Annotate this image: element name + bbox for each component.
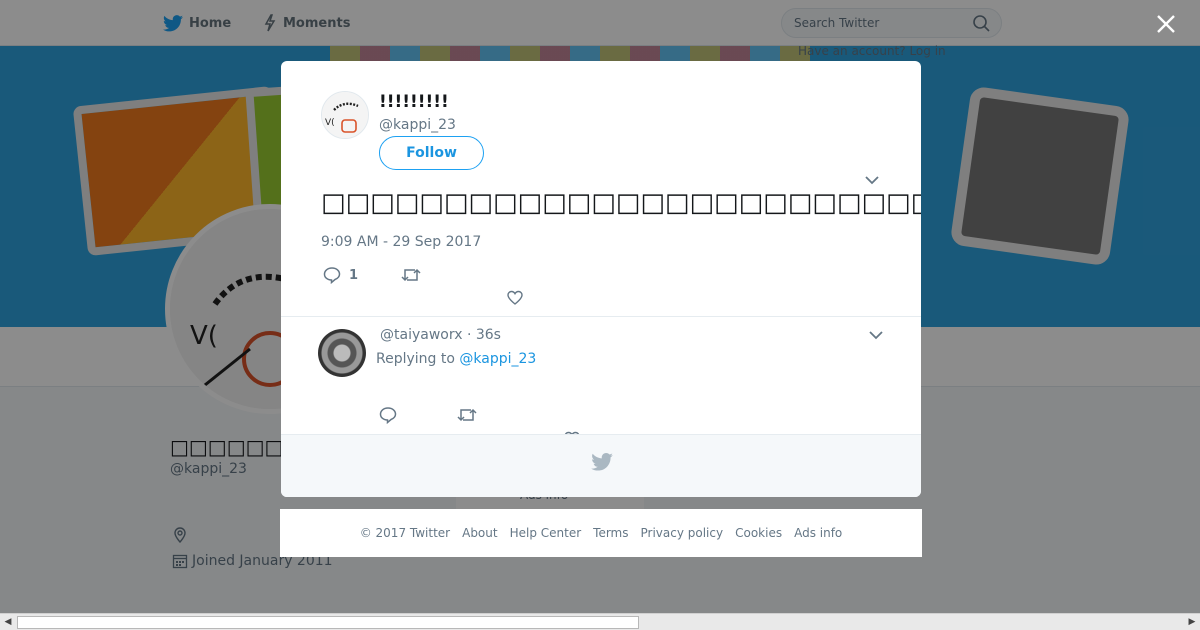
- reply-retweet-button[interactable]: [457, 406, 477, 424]
- follow-button[interactable]: Follow: [379, 136, 484, 170]
- like-button[interactable]: [507, 290, 523, 306]
- footer-copyright: © 2017 Twitter: [359, 526, 451, 540]
- horizontal-scrollbar[interactable]: ◀ ▶: [0, 613, 1200, 630]
- retweet-icon: [457, 408, 477, 422]
- scrollbar-thumb[interactable]: [17, 616, 639, 629]
- twitter-bird-icon: [591, 453, 613, 471]
- footer-privacy-link[interactable]: Privacy policy: [641, 526, 724, 540]
- scroll-right-arrow-icon[interactable]: ▶: [1184, 614, 1200, 630]
- reply-author-handle-time[interactable]: @taiyaworx · 36s: [380, 327, 501, 343]
- reply-author-avatar[interactable]: [318, 329, 366, 377]
- footer-cookies-link[interactable]: Cookies: [735, 526, 782, 540]
- tweet-author-name[interactable]: !!!!!!!!!: [379, 92, 449, 112]
- tweet-text: □□□□□□□□□□□□□□□□□□□□□□□□□□□□□□□□□□□□□□□□…: [321, 188, 921, 218]
- tweet-modal: V( !!!!!!!!! @kappi_23 Follow □□□□□□□□□□…: [281, 61, 921, 497]
- reply-icon: [379, 407, 397, 424]
- retweet-icon: [401, 268, 421, 282]
- reply-count: 1: [349, 267, 359, 283]
- replying-to-link[interactable]: @kappi_23: [459, 351, 536, 367]
- reply-button[interactable]: 1: [323, 266, 358, 284]
- footer-ads-info-link[interactable]: Ads info: [794, 526, 842, 540]
- footer-help-center-link[interactable]: Help Center: [510, 526, 582, 540]
- footer-terms-link[interactable]: Terms: [593, 526, 628, 540]
- scroll-left-arrow-icon[interactable]: ◀: [0, 614, 16, 630]
- reply-reply-button[interactable]: [379, 406, 397, 424]
- footer-links: © 2017 Twitter About Help Center Terms P…: [280, 509, 922, 557]
- close-icon[interactable]: [1154, 12, 1178, 36]
- svg-text:V(: V(: [325, 118, 335, 128]
- chevron-down-icon[interactable]: [868, 328, 884, 342]
- tweet-author-handle[interactable]: @kappi_23: [379, 117, 456, 133]
- replying-to-prefix: Replying to: [376, 351, 455, 367]
- author-avatar-illustration: V(: [322, 92, 368, 138]
- replying-to: Replying to @kappi_23: [376, 351, 536, 367]
- tweet-timestamp[interactable]: 9:09 AM - 29 Sep 2017: [321, 234, 481, 250]
- tweet-author-avatar[interactable]: V(: [321, 91, 369, 139]
- chevron-down-icon[interactable]: [864, 173, 880, 187]
- modal-footer: [281, 435, 921, 497]
- retweet-button[interactable]: [401, 266, 421, 284]
- divider: [281, 316, 921, 317]
- footer-about-link[interactable]: About: [462, 526, 497, 540]
- heart-icon: [507, 290, 523, 305]
- reply-icon: [323, 267, 341, 284]
